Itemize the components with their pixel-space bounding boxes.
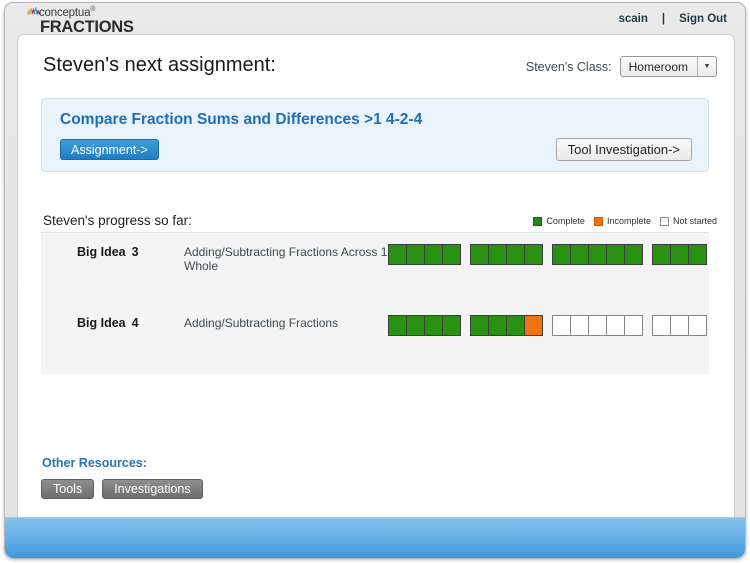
other-resources-title: Other Resources: — [42, 456, 147, 470]
progress-box-complete[interactable] — [588, 244, 607, 265]
progress-box-complete[interactable] — [442, 244, 461, 265]
sign-out-link[interactable]: Sign Out — [679, 13, 727, 25]
class-picker-label: Steven's Class: — [525, 59, 612, 74]
investigations-button[interactable]: Investigations — [102, 479, 203, 499]
progress-row: Big Idea 3 Adding/Subtracting Fractions Ac… — [41, 244, 709, 291]
page-canvas: Steven's next assignment: Steven's Class… — [17, 34, 735, 526]
big-idea-label: Big Idea — [77, 245, 126, 259]
class-select-value: Homeroom — [628, 59, 688, 74]
progress-box-group — [652, 315, 707, 336]
tool-investigation-button[interactable]: Tool Investigation-> — [555, 138, 692, 161]
progress-row: Big Idea 4 Adding/Subtracting Fractions — [41, 315, 709, 362]
class-select[interactable]: Homeroom ▼ — [619, 56, 717, 77]
big-idea-name: Big Idea 3 — [77, 245, 139, 259]
footer-bar — [5, 517, 745, 558]
page-title: Steven's next assignment: — [43, 54, 276, 76]
assignment-panel: Compare Fraction Sums and Differences >1… — [41, 98, 709, 172]
big-idea-label: Big Idea — [77, 316, 126, 330]
class-picker: Steven's Class: Homeroom ▼ — [526, 56, 717, 77]
legend-swatch-complete-icon — [533, 216, 543, 226]
progress-box-track — [388, 315, 707, 336]
progress-box-complete[interactable] — [406, 244, 425, 265]
progress-box-group — [470, 244, 543, 265]
top-chrome-bar: conceptua® FRACTIONS scain | Sign Out — [5, 3, 745, 36]
progress-box-complete[interactable] — [442, 315, 461, 336]
progress-box-complete[interactable] — [388, 315, 407, 336]
progress-box-complete[interactable] — [506, 244, 525, 265]
progress-box-complete[interactable] — [688, 244, 707, 265]
progress-box-complete[interactable] — [552, 244, 571, 265]
progress-box-complete[interactable] — [406, 315, 425, 336]
progress-box-group — [552, 244, 643, 265]
legend-item-complete: Complete — [533, 216, 585, 226]
progress-box-group — [388, 244, 461, 265]
logo-registered-mark: ® — [90, 6, 96, 13]
assignment-title: Compare Fraction Sums and Differences >1… — [60, 111, 423, 128]
progress-box-complete[interactable] — [670, 244, 689, 265]
progress-box-notstarted[interactable] — [652, 315, 671, 336]
progress-box-group — [552, 315, 643, 336]
logo-wordmark: conceptua® — [39, 6, 95, 19]
legend-item-incomplete: Incomplete — [593, 216, 651, 226]
conceptua-logo[interactable]: conceptua® FRACTIONS — [27, 6, 197, 36]
tools-button[interactable]: Tools — [41, 479, 95, 499]
progress-box-complete[interactable] — [424, 244, 443, 265]
progress-box-complete[interactable] — [488, 244, 507, 265]
progress-box-complete[interactable] — [470, 315, 489, 336]
progress-heading: Steven's progress so far: — [43, 213, 192, 228]
progress-box-group — [470, 315, 543, 336]
legend-swatch-incomplete-icon — [593, 216, 603, 226]
big-idea-number: 4 — [131, 316, 139, 330]
progress-box-notstarted[interactable] — [552, 315, 571, 336]
progress-panel: Big Idea 3 Adding/Subtracting Fractions Ac… — [41, 232, 709, 374]
progress-box-complete[interactable] — [488, 315, 507, 336]
progress-legend: Complete Incomplete Not started — [533, 216, 717, 226]
progress-box-complete[interactable] — [524, 244, 543, 265]
progress-box-notstarted[interactable] — [688, 315, 707, 336]
assignment-button[interactable]: Assignment-> — [60, 139, 159, 160]
legend-label: Incomplete — [606, 216, 651, 226]
progress-box-complete[interactable] — [570, 244, 589, 265]
legend-item-notstarted: Not started — [659, 216, 717, 226]
legend-label: Complete — [546, 216, 585, 226]
progress-box-notstarted[interactable] — [588, 315, 607, 336]
legend-swatch-notstarted-icon — [659, 216, 669, 226]
progress-box-complete[interactable] — [624, 244, 643, 265]
big-idea-number: 3 — [131, 245, 139, 259]
progress-box-complete[interactable] — [470, 244, 489, 265]
account-links: scain | Sign Out — [618, 13, 727, 25]
legend-label: Not started — [672, 216, 717, 226]
chevron-down-icon[interactable]: ▼ — [697, 57, 716, 76]
username-link[interactable]: scain — [618, 13, 647, 25]
big-idea-description: Adding/Subtracting Fractions — [184, 316, 339, 330]
progress-box-track — [388, 244, 707, 265]
progress-box-complete[interactable] — [606, 244, 625, 265]
big-idea-name: Big Idea 4 — [77, 316, 139, 330]
other-resources-buttons: Tools Investigations — [41, 479, 203, 499]
progress-box-complete[interactable] — [652, 244, 671, 265]
progress-box-complete[interactable] — [388, 244, 407, 265]
progress-box-notstarted[interactable] — [670, 315, 689, 336]
big-idea-description: Adding/Subtracting Fractions Across 1 Wh… — [184, 245, 388, 273]
progress-box-incomplete[interactable] — [524, 315, 543, 336]
progress-box-notstarted[interactable] — [624, 315, 643, 336]
progress-box-notstarted[interactable] — [570, 315, 589, 336]
progress-box-group — [388, 315, 461, 336]
progress-box-complete[interactable] — [506, 315, 525, 336]
account-separator: | — [661, 13, 666, 25]
progress-box-group — [652, 244, 707, 265]
application-window: conceptua® FRACTIONS scain | Sign Out Stev… — [4, 2, 746, 559]
progress-box-notstarted[interactable] — [606, 315, 625, 336]
progress-box-complete[interactable] — [424, 315, 443, 336]
